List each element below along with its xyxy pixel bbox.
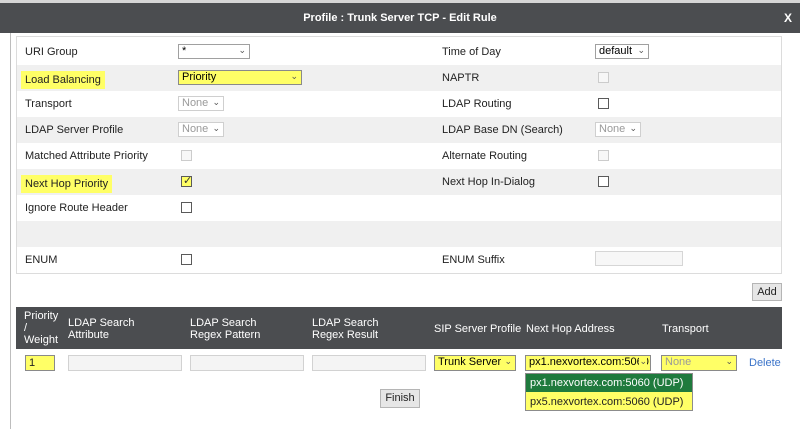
next-hop-priority-label: Next Hop Priority	[21, 175, 113, 193]
ignore-route-header-checkbox[interactable]	[181, 202, 192, 213]
ldap-search-regex-pattern-input[interactable]	[190, 355, 304, 371]
sip-server-profile-select[interactable]: Trunk Server ⌄	[434, 355, 516, 371]
form-row-transport: Transport None ⌄ LDAP Routing	[17, 91, 781, 117]
time-of-day-select[interactable]: default ⌄	[595, 44, 649, 59]
next-hop-in-dialog-label: Next Hop In-Dialog	[442, 176, 535, 188]
next-hop-address-value: px1.nexvortex.com:5060	[529, 356, 649, 368]
dropdown-option[interactable]: px5.nexvortex.com:5060 (UDP)	[526, 393, 692, 411]
ldap-routing-label: LDAP Routing	[442, 98, 512, 110]
chevron-down-icon: ⌄	[212, 97, 220, 107]
ldap-search-regex-result-input[interactable]	[312, 355, 426, 371]
col-ldap-search-attribute: LDAP Search Attribute	[68, 317, 134, 341]
transport-value: None	[182, 97, 209, 109]
naptr-checkbox[interactable]	[598, 72, 609, 83]
priority-input[interactable]: 1	[25, 355, 55, 371]
dialog-titlebar: Profile : Trunk Server TCP - Edit Rule X	[0, 3, 800, 33]
uri-group-select[interactable]: * ⌄	[178, 44, 250, 59]
load-balancing-select[interactable]: Priority ⌄	[178, 70, 302, 85]
enum-suffix-label: ENUM Suffix	[442, 254, 505, 266]
time-of-day-label: Time of Day	[442, 46, 501, 58]
delete-link[interactable]: Delete	[749, 357, 781, 369]
ldap-server-profile-select[interactable]: None ⌄	[178, 122, 224, 137]
enum-checkbox[interactable]	[181, 254, 192, 265]
chevron-down-icon: ⌄	[212, 123, 220, 133]
col-priority-line1: Priority	[24, 310, 59, 322]
next-hop-row: 1 Trunk Server ⌄ px1.nexvortex.com:5060 ⌄ …	[16, 349, 782, 375]
col-ldap-attr-line1: LDAP Search	[68, 317, 135, 329]
chevron-down-icon: ⌄	[725, 356, 733, 366]
alternate-routing-label: Alternate Routing	[442, 150, 527, 162]
enum-suffix-input[interactable]	[595, 251, 683, 266]
load-balancing-label: Load Balancing	[21, 71, 105, 89]
next-hop-address-select[interactable]: px1.nexvortex.com:5060 ⌄	[525, 355, 651, 371]
naptr-label: NAPTR	[442, 72, 480, 84]
col-priority-line2: /	[24, 322, 28, 334]
col-ldap-regex-line1: LDAP Search	[190, 317, 257, 329]
form-row-spacer	[17, 221, 781, 247]
form-row-matched-attribute-priority: Matched Attribute Priority Alternate Rou…	[17, 143, 781, 169]
ldap-routing-checkbox[interactable]	[598, 98, 609, 109]
sip-server-profile-value: Trunk Server	[438, 356, 502, 368]
matched-attribute-priority-label: Matched Attribute Priority	[25, 150, 148, 162]
ignore-route-header-label: Ignore Route Header	[25, 202, 128, 214]
col-ldap-search-regex-pattern: LDAP Search Regex Pattern	[190, 317, 260, 341]
ldap-server-profile-value: None	[182, 123, 209, 135]
load-balancing-value: Priority	[182, 71, 217, 83]
enum-label: ENUM	[25, 254, 58, 266]
dropdown-option[interactable]: px1.nexvortex.com:5060 (UDP)	[526, 374, 692, 392]
chevron-down-icon: ⌄	[238, 45, 246, 55]
chevron-down-icon: ⌄	[504, 356, 512, 366]
col-ldap-attr-line2: Attribute	[68, 329, 109, 341]
add-button[interactable]: Add	[752, 283, 782, 301]
next-hop-grid-header: Priority / Weight LDAP Search Attribute …	[16, 307, 782, 349]
col-ldap-result-line1: LDAP Search	[312, 317, 379, 329]
ldap-base-dn-label: LDAP Base DN (Search)	[442, 124, 563, 136]
next-hop-in-dialog-checkbox[interactable]	[598, 176, 609, 187]
form-row-next-hop-priority: Next Hop Priority ✓ Next Hop In-Dialog	[17, 169, 781, 195]
rule-form-panel: URI Group * ⌄ Time of Day default ⌄ Load B…	[16, 36, 782, 274]
ldap-base-dn-value: None	[599, 123, 626, 135]
col-priority-line3: Weight	[24, 334, 59, 346]
close-icon[interactable]: X	[784, 11, 792, 25]
col-ldap-result-line2: Regex Result	[312, 329, 379, 341]
matched-attribute-priority-checkbox[interactable]	[181, 150, 192, 161]
uri-group-value: *	[182, 45, 187, 57]
checkmark-icon: ✓	[183, 175, 193, 187]
chevron-down-icon: ⌄	[637, 45, 645, 55]
uri-group-label: URI Group	[25, 46, 78, 58]
finish-button[interactable]: Finish	[380, 389, 420, 408]
ldap-search-attribute-input[interactable]	[68, 355, 182, 371]
col-ldap-regex-line2: Regex Pattern	[190, 329, 261, 341]
alternate-routing-checkbox[interactable]	[598, 150, 609, 161]
form-row-load-balancing: Load Balancing Priority ⌄ NAPTR	[17, 65, 781, 91]
col-priority-weight: Priority / Weight	[24, 310, 58, 346]
edit-rule-dialog: Profile : Trunk Server TCP - Edit Rule X…	[0, 3, 800, 429]
chevron-down-icon: ⌄	[629, 123, 637, 133]
next-hop-address-dropdown: px1.nexvortex.com:5060 (UDP) px5.nexvort…	[525, 373, 693, 411]
form-row-ignore-route-header: Ignore Route Header	[17, 195, 781, 221]
ldap-base-dn-select[interactable]: None ⌄	[595, 122, 641, 137]
next-hop-priority-checkbox[interactable]: ✓	[181, 175, 193, 187]
form-row-uri-group: URI Group * ⌄ Time of Day default ⌄	[17, 39, 781, 65]
form-row-enum: ENUM ENUM Suffix	[17, 247, 781, 273]
transport-label: Transport	[25, 98, 72, 110]
col-ldap-search-regex-result: LDAP Search Regex Result	[312, 317, 378, 341]
chevron-down-icon: ⌄	[290, 71, 298, 81]
col-transport: Transport	[662, 323, 709, 335]
chevron-down-icon: ⌄	[639, 356, 647, 368]
time-of-day-value: default	[599, 45, 633, 57]
ldap-server-profile-label: LDAP Server Profile	[25, 124, 124, 136]
transport-select[interactable]: None ⌄	[178, 96, 224, 111]
col-sip-server-profile: SIP Server Profile	[434, 323, 522, 335]
dialog-title: Profile : Trunk Server TCP - Edit Rule	[303, 12, 497, 24]
col-next-hop-address: Next Hop Address	[526, 323, 615, 335]
transport-row-select[interactable]: None ⌄	[661, 355, 737, 371]
transport-row-value: None	[665, 356, 692, 368]
dialog-left-border	[10, 33, 11, 429]
form-row-ldap-server-profile: LDAP Server Profile None ⌄ LDAP Base DN (…	[17, 117, 781, 143]
